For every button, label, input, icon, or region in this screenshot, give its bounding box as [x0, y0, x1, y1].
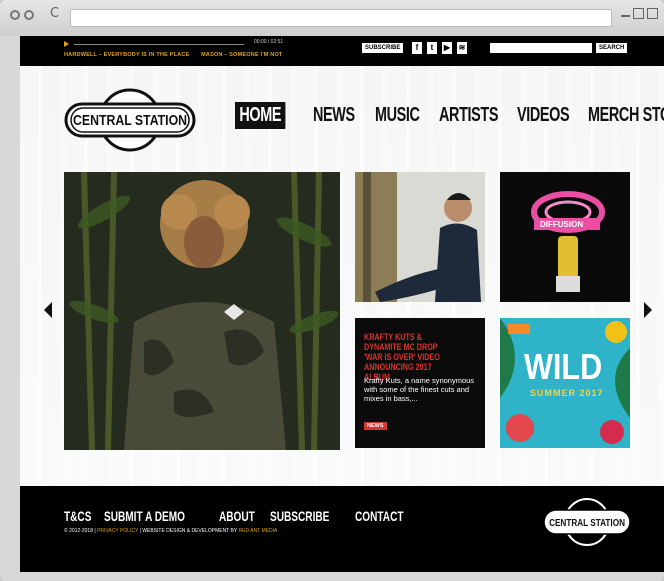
timecode: 00:00 / 02:51	[254, 39, 284, 45]
privacy-policy-link[interactable]: PRIVACY POLICY	[97, 528, 138, 534]
seek-bar[interactable]	[74, 44, 244, 45]
nav-videos[interactable]: VIDEOS	[517, 104, 570, 127]
footer-link-terms[interactable]: T&CS	[64, 508, 91, 524]
close-icon[interactable]	[647, 8, 658, 19]
now-playing: HARDWELL – EVERYBODY IS IN THE PLACE MAS…	[64, 52, 293, 58]
search-button[interactable]: SEARCH	[596, 43, 628, 53]
forward-circle-icon[interactable]	[24, 10, 34, 20]
youtube-icon[interactable]: ▶	[442, 42, 452, 54]
play-icon[interactable]	[64, 41, 69, 47]
track-item[interactable]: HARDWELL – EVERYBODY IS IN THE PLACE	[64, 52, 189, 58]
browser-nav-buttons	[10, 10, 34, 20]
nav-home[interactable]: HOME	[235, 102, 286, 129]
release-tile-diffusion[interactable]: DIFFUSION	[500, 172, 630, 302]
diffusion-artwork	[500, 172, 630, 302]
search-input[interactable]	[490, 43, 592, 53]
social-links: f t ▶ ≋	[412, 42, 467, 54]
facebook-icon[interactable]: f	[412, 42, 422, 54]
central-station-logo[interactable]: CENTRAL STATION	[64, 88, 196, 152]
footer-copyright: © 2012-2018 | PRIVACY POLICY | WEBSITE D…	[64, 528, 277, 534]
rss-icon[interactable]: ≋	[457, 42, 467, 54]
site-footer: T&CS SUBMIT A DEMO ABOUT SUBSCRIBE CONTA…	[20, 486, 664, 572]
website: 00:00 / 02:51 HARDWELL – EVERYBODY IS IN…	[20, 36, 664, 572]
address-bar[interactable]	[70, 9, 612, 27]
maximize-icon[interactable]	[633, 8, 644, 19]
footer-logo-text: CENTRAL STATION	[549, 517, 625, 528]
wild-subtitle: SUMMER 2017	[530, 388, 604, 398]
nav-merch-store[interactable]: MERCH STORE	[588, 104, 664, 127]
artist-photo	[64, 172, 340, 450]
footer-logo[interactable]: CENTRAL STATION	[542, 496, 632, 548]
feature-artist-image[interactable]	[64, 172, 340, 450]
main-nav: HOME NEWS MUSIC ARTISTS VIDEOS MERCH STO…	[235, 102, 664, 129]
footer-link-about[interactable]: ABOUT	[219, 508, 255, 524]
event-tile-wild[interactable]: WILD SUMMER 2017	[500, 318, 630, 448]
nav-artists[interactable]: ARTISTS	[439, 104, 498, 127]
agency-link[interactable]: RED ANT MEDIA	[239, 528, 278, 534]
carousel-prev-icon[interactable]	[44, 302, 52, 318]
wild-title: WILD	[524, 346, 603, 387]
carousel-next-icon[interactable]	[644, 302, 652, 318]
browser-window: C 00:00 / 02:51 HARDWELL – EVERYBODY IS …	[0, 0, 664, 581]
reload-icon[interactable]: C	[50, 6, 59, 21]
back-circle-icon[interactable]	[10, 10, 20, 20]
news-tile[interactable]: KRAFTY KUTS & DYNAMITE MC DROP 'WAR IS O…	[355, 318, 485, 448]
footer-link-submit-demo[interactable]: SUBMIT A DEMO	[104, 508, 185, 524]
news-excerpt: Krafty Kuts, a name synonymous with some…	[364, 376, 475, 403]
top-bar: 00:00 / 02:51 HARDWELL – EVERYBODY IS IN…	[20, 36, 664, 66]
news-headline[interactable]: KRAFTY KUTS & DYNAMITE MC DROP 'WAR IS O…	[364, 332, 454, 382]
subscribe-button[interactable]: SUBSCRIBE	[362, 43, 404, 53]
credit-text: | WEBSITE DESIGN & DEVELOPMENT BY	[138, 528, 239, 534]
footer-link-contact[interactable]: CONTACT	[355, 508, 404, 524]
logo-text: CENTRAL STATION	[73, 112, 187, 128]
browser-chrome: C	[0, 0, 664, 36]
artist-tile-mason[interactable]	[355, 172, 485, 302]
window-controls	[621, 8, 658, 19]
footer-link-subscribe[interactable]: SUBSCRIBE	[270, 508, 329, 524]
twitter-icon[interactable]: t	[427, 42, 437, 54]
news-badge[interactable]: NEWS	[364, 422, 387, 430]
nav-news[interactable]: NEWS	[313, 104, 355, 127]
artist-photo-man	[355, 172, 485, 302]
minimize-icon[interactable]	[621, 8, 630, 17]
footer-links: T&CS SUBMIT A DEMO ABOUT SUBSCRIBE CONTA…	[64, 508, 408, 524]
copyright-text: © 2012-2018 |	[64, 528, 98, 534]
diffusion-label: DIFFUSION	[540, 220, 584, 229]
track-item[interactable]: MASON – SOMEONE I'M NOT	[201, 52, 282, 58]
nav-music[interactable]: MUSIC	[375, 104, 420, 127]
